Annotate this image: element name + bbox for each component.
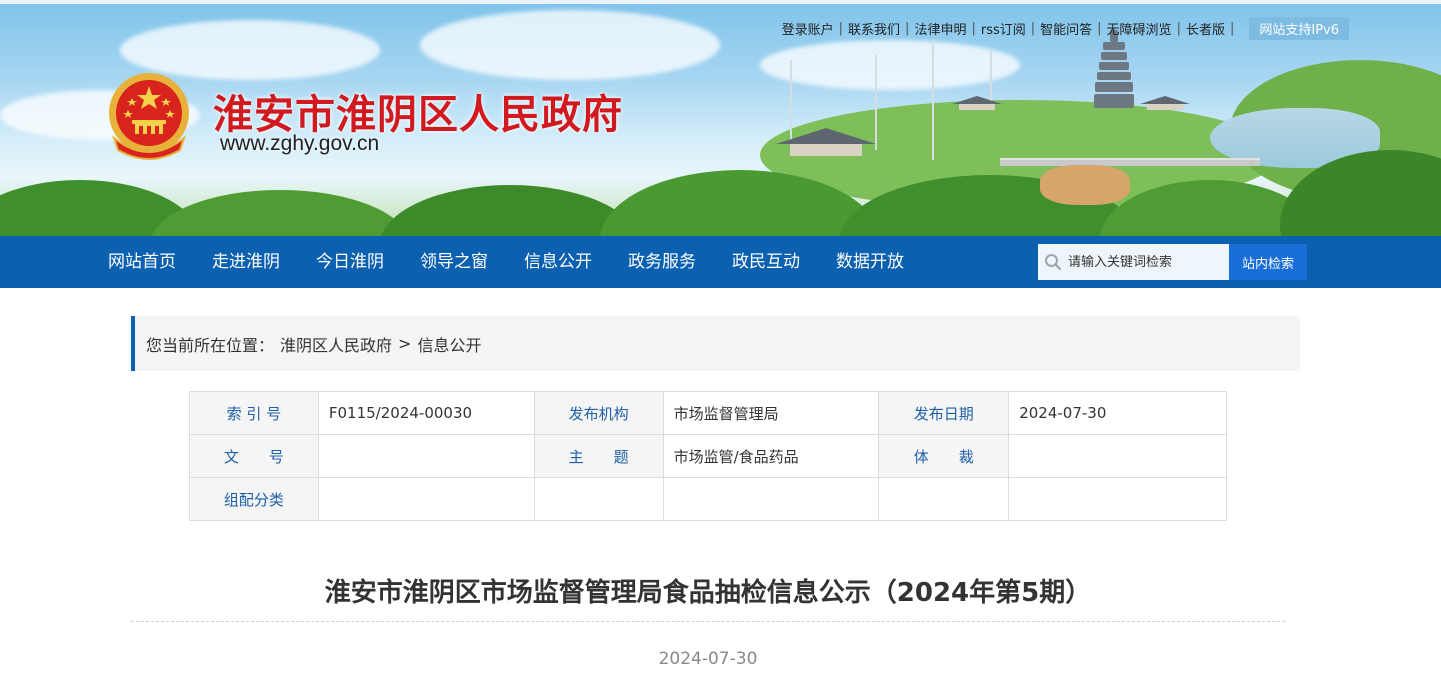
national-emblem-logo <box>104 68 194 166</box>
genre-label: 体 裁 <box>878 434 1010 478</box>
bridge <box>1000 158 1260 166</box>
index-number-label: 索 引 号 <box>189 391 319 435</box>
nav-item-services[interactable]: 政务服务 <box>610 236 714 288</box>
nav-item-leaders[interactable]: 领导之窗 <box>402 236 506 288</box>
publish-date-label: 发布日期 <box>878 391 1010 435</box>
nav-item-interaction[interactable]: 政民互动 <box>714 236 818 288</box>
site-url: www.zghy.gov.cn <box>220 132 380 155</box>
rss-link[interactable]: rss订阅 <box>981 19 1026 38</box>
empty-cell <box>533 477 664 521</box>
document-info-table: 索 引 号 F0115/2024-00030 发布机构 市场监督管理局 发布日期… <box>189 391 1227 521</box>
dirt-patch <box>1040 165 1130 205</box>
pavilion <box>1140 96 1190 111</box>
light-pole <box>932 40 934 160</box>
empty-cell <box>662 477 880 521</box>
pavilion <box>952 96 1002 111</box>
empty-cell <box>878 477 1010 521</box>
breadcrumb-prefix: 您当前所在位置： <box>146 335 275 355</box>
table-row: 索 引 号 F0115/2024-00030 发布机构 市场监督管理局 发布日期… <box>189 391 1227 435</box>
tree <box>150 190 410 236</box>
category-value <box>317 477 535 521</box>
document-number-label: 文 号 <box>189 434 319 478</box>
category-label: 组配分类 <box>189 477 319 521</box>
search-box <box>1038 244 1229 280</box>
index-number-value: F0115/2024-00030 <box>317 391 535 435</box>
empty-cell <box>1008 477 1227 521</box>
breadcrumb-item-info-public[interactable]: 信息公开 <box>417 332 481 356</box>
main-nav: 网站首页 走进淮阴 今日淮阴 领导之窗 信息公开 政务服务 政民互动 数据开放 … <box>0 236 1441 288</box>
header-banner: 淮安市淮阴区人民政府 www.zghy.gov.cn 登录账户 | 联系我们 |… <box>0 0 1441 236</box>
search-icon <box>1045 254 1062 271</box>
breadcrumb-item-government[interactable]: 淮阴区人民政府 <box>280 332 392 356</box>
separator: | <box>1097 21 1102 36</box>
table-row: 文 号 主 题 市场监管/食品药品 体 裁 <box>189 434 1227 478</box>
legal-link[interactable]: 法律申明 <box>914 19 966 38</box>
separator: | <box>1030 21 1036 36</box>
top-links-bar: 登录账户 | 联系我们 | 法律申明 | rss订阅 | 智能问答 | 无障碍浏… <box>782 17 1349 40</box>
nav-item-about[interactable]: 走进淮阴 <box>194 236 298 288</box>
nav-item-info-public[interactable]: 信息公开 <box>506 236 610 288</box>
breadcrumb: 您当前所在位置： 淮阴区人民政府 > 信息公开 <box>131 316 1300 371</box>
nav-list: 网站首页 走进淮阴 今日淮阴 领导之窗 信息公开 政务服务 政民互动 数据开放 <box>90 236 922 288</box>
separator: | <box>1229 21 1235 36</box>
pavilion <box>776 128 876 158</box>
separator: | <box>971 21 976 36</box>
publisher-label: 发布机构 <box>533 391 664 435</box>
document-number-value <box>317 434 535 478</box>
subject-label: 主 题 <box>533 434 664 478</box>
search-input[interactable] <box>1068 254 1218 270</box>
publisher-value: 市场监督管理局 <box>662 391 880 435</box>
ipv6-badge: 网站支持IPv6 <box>1249 17 1349 40</box>
table-row: 组配分类 <box>189 477 1227 521</box>
separator: | <box>1176 21 1181 36</box>
cloud <box>420 10 720 80</box>
pagoda <box>1094 30 1134 110</box>
smart-qa-link[interactable]: 智能问答 <box>1040 19 1092 38</box>
elder-mode-link[interactable]: 长者版 <box>1186 19 1225 38</box>
accessibility-link[interactable]: 无障碍浏览 <box>1107 19 1172 38</box>
title-divider <box>131 621 1285 622</box>
login-link[interactable]: 登录账户 <box>782 19 834 38</box>
separator: | <box>838 21 844 36</box>
contact-link[interactable]: 联系我们 <box>848 19 900 38</box>
top-strip <box>0 0 1441 4</box>
search-button[interactable]: 站内检索 <box>1229 244 1307 280</box>
separator: | <box>905 21 910 36</box>
article-date: 2024-07-30 <box>658 649 758 669</box>
subject-value: 市场监管/食品药品 <box>662 434 880 478</box>
breadcrumb-separator: > <box>398 334 412 353</box>
nav-item-home[interactable]: 网站首页 <box>90 236 194 288</box>
cloud <box>760 40 1020 90</box>
genre-value <box>1008 434 1227 478</box>
publish-date-value: 2024-07-30 <box>1008 391 1227 435</box>
article-title: 淮安市淮阴区市场监督管理局食品抽检信息公示（2024年第5期） <box>324 578 1092 608</box>
site-search: 站内检索 <box>1038 244 1307 280</box>
nav-item-today[interactable]: 今日淮阴 <box>298 236 402 288</box>
nav-item-open-data[interactable]: 数据开放 <box>818 236 922 288</box>
